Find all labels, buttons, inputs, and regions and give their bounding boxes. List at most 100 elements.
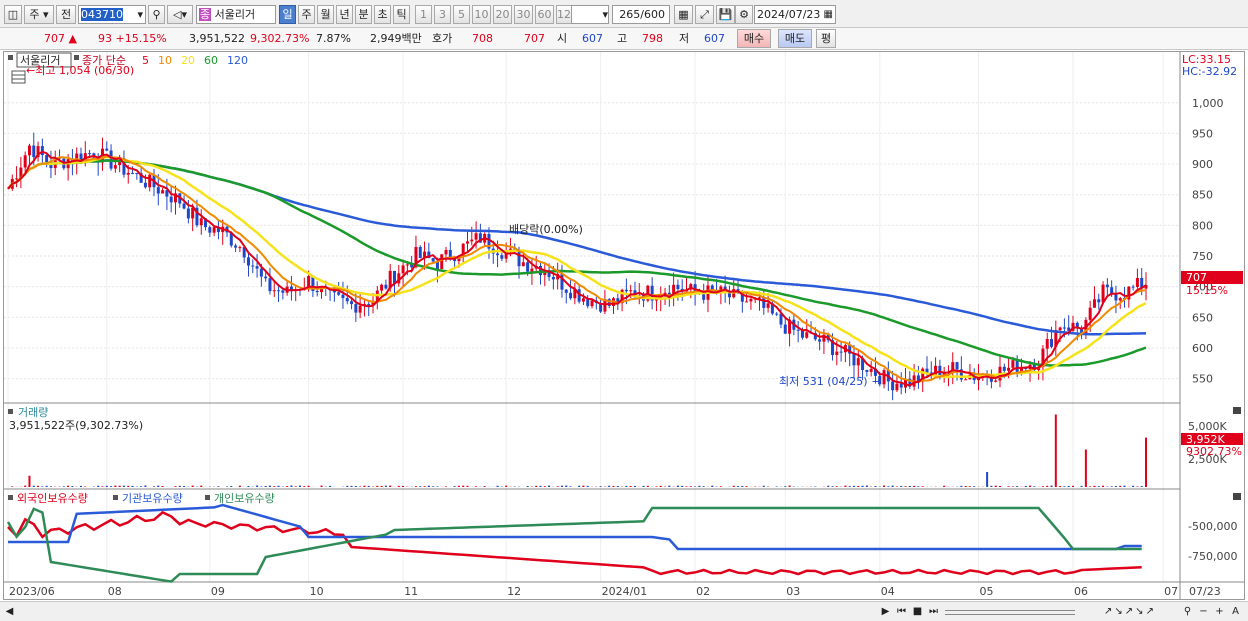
scroll-left-icon[interactable]: ◀ <box>2 604 17 619</box>
x-tick-label: 04 <box>881 585 895 598</box>
interval-button-30[interactable]: 30 <box>514 5 533 24</box>
draw-tool-icon[interactable]: ⤢ <box>695 5 714 24</box>
interval-button-1[interactable]: 1 <box>415 5 432 24</box>
candle-body <box>835 351 839 355</box>
zoom-out-icon[interactable]: − <box>1196 604 1211 619</box>
price-change: 93 +15.15% <box>98 32 167 45</box>
holdings-y-tick: -750,000 <box>1188 550 1237 563</box>
period-tab-3[interactable]: 년 <box>336 5 353 24</box>
ma-legend-20[interactable]: 20 <box>181 54 195 67</box>
date-input[interactable]: 2024/07/23 ▦ <box>754 5 836 24</box>
holdings-legend-item[interactable]: 외국인보유수량 <box>17 492 88 505</box>
candle-body <box>199 218 203 226</box>
sell-button[interactable]: 매도 <box>778 29 812 48</box>
volume-bar <box>1136 486 1139 487</box>
interval-button-60[interactable]: 60 <box>535 5 554 24</box>
candle-type-icon[interactable]: ▦ <box>674 5 693 24</box>
ma-legend-5[interactable]: 5 <box>142 54 149 67</box>
volume-bar <box>526 485 529 487</box>
font-size-icon[interactable]: A <box>1228 604 1243 619</box>
volume-bar <box>97 485 100 487</box>
speaker-icon[interactable]: ◁▾ <box>167 5 193 24</box>
holdings-legend-item[interactable]: 기관보유수량 <box>122 492 183 505</box>
candle-body <box>925 368 929 373</box>
candle-body <box>526 262 530 272</box>
candle-body <box>964 379 968 381</box>
rewind-icon[interactable]: ⏮ <box>894 604 909 619</box>
candle-body <box>775 313 779 315</box>
search-icon[interactable]: ⚲ <box>148 5 165 24</box>
candle-body <box>517 250 521 267</box>
volume-bar <box>367 485 370 487</box>
chart-area[interactable]: 서울리거 종가 단순 5 10 20 60 120 ←최고 1,054 (06/30) … <box>3 51 1245 600</box>
volume-bar <box>505 485 508 487</box>
ma-legend-60[interactable]: 60 <box>204 54 218 67</box>
stock-name-field[interactable]: 종 서울리거 <box>196 5 276 24</box>
volume-bar <box>286 486 289 487</box>
volume-bar <box>118 485 121 487</box>
zoom-search-icon[interactable]: ⚲ <box>1180 604 1195 619</box>
interval-custom-select[interactable]: ▾ <box>571 5 609 24</box>
candle-body <box>1097 299 1101 303</box>
window-icon[interactable]: ◫ <box>4 5 22 24</box>
candle-body <box>839 351 843 353</box>
volume-title[interactable]: 거래량 <box>18 406 48 419</box>
scroll-bar[interactable]: ◀ ▶ ⏮ ■ ⏭ ↗↘↗↘↗ ⚲ − + A <box>0 601 1248 621</box>
interval-button-5[interactable]: 5 <box>453 5 470 24</box>
quote-bar: 707 ▲ 93 +15.15% 3,951,522 9,302.73% 7.8… <box>0 28 1248 50</box>
stop-icon[interactable]: ■ <box>910 604 925 619</box>
period-tab-4[interactable]: 분 <box>355 5 372 24</box>
volume-bar <box>1067 485 1070 487</box>
candle-body <box>521 262 525 267</box>
stock-code-input[interactable]: 043710 ▾ <box>78 5 146 24</box>
volume-bar <box>565 485 568 487</box>
candle-body <box>418 246 422 259</box>
market-type-select[interactable]: 주 ▾ <box>24 5 54 24</box>
volume-bar <box>900 485 903 487</box>
count-input[interactable]: 265/600 <box>612 5 670 24</box>
buy-button[interactable]: 매수 <box>737 29 771 48</box>
save-icon[interactable]: 💾 <box>716 5 735 24</box>
candle-body <box>569 292 573 299</box>
period-tab-5[interactable]: 초 <box>374 5 391 24</box>
flat-button[interactable]: 평 <box>816 29 836 48</box>
period-tab-1[interactable]: 주 <box>298 5 315 24</box>
close-panel-icon[interactable] <box>1233 407 1241 414</box>
volume-bar <box>968 486 971 487</box>
interval-button-20[interactable]: 20 <box>493 5 512 24</box>
dividend-label: 배당락(0.00%) <box>509 223 583 236</box>
prev-button[interactable]: 전 <box>56 5 76 24</box>
volume-bar <box>432 486 435 487</box>
period-tab-0[interactable]: 일 <box>279 5 296 24</box>
ma-legend-10[interactable]: 10 <box>158 54 172 67</box>
volume-bar <box>848 486 851 487</box>
interval-button-10[interactable]: 10 <box>472 5 491 24</box>
period-tab-2[interactable]: 월 <box>317 5 334 24</box>
volume-bar <box>865 485 868 487</box>
turnover-rate: 7.87% <box>316 32 351 45</box>
candle-body <box>105 148 109 151</box>
stock-chart[interactable]: 서울리거 종가 단순 5 10 20 60 120 ←최고 1,054 (06/30) … <box>4 52 1244 599</box>
volume-bar <box>217 486 220 487</box>
zoom-in-icon[interactable]: + <box>1212 604 1227 619</box>
close-panel-icon[interactable] <box>1233 493 1241 500</box>
drawing-tools[interactable]: ↗↘↗↘↗ <box>1080 604 1180 619</box>
volume-bar <box>1080 485 1083 487</box>
candle-body <box>27 145 31 156</box>
zoom-slider[interactable] <box>945 610 1075 615</box>
interval-button-3[interactable]: 3 <box>434 5 451 24</box>
table-icon[interactable] <box>11 70 26 84</box>
volume-bar <box>41 486 44 487</box>
volume-bar <box>363 485 366 487</box>
forward-icon[interactable]: ⏭ <box>926 604 941 619</box>
holdings-legend-item[interactable]: 개인보유수량 <box>214 492 275 505</box>
volume-bar <box>84 486 87 487</box>
volume-bar <box>303 486 306 487</box>
scroll-right-icon[interactable]: ▶ <box>878 604 893 619</box>
volume-bar <box>268 485 271 487</box>
period-tab-6[interactable]: 틱 <box>393 5 410 24</box>
settings-gear-icon[interactable]: ⚙ <box>735 5 753 24</box>
hc-label: HC:-32.92 <box>1182 65 1237 78</box>
ma-legend-120[interactable]: 120 <box>227 54 248 67</box>
candle-body <box>358 305 362 313</box>
